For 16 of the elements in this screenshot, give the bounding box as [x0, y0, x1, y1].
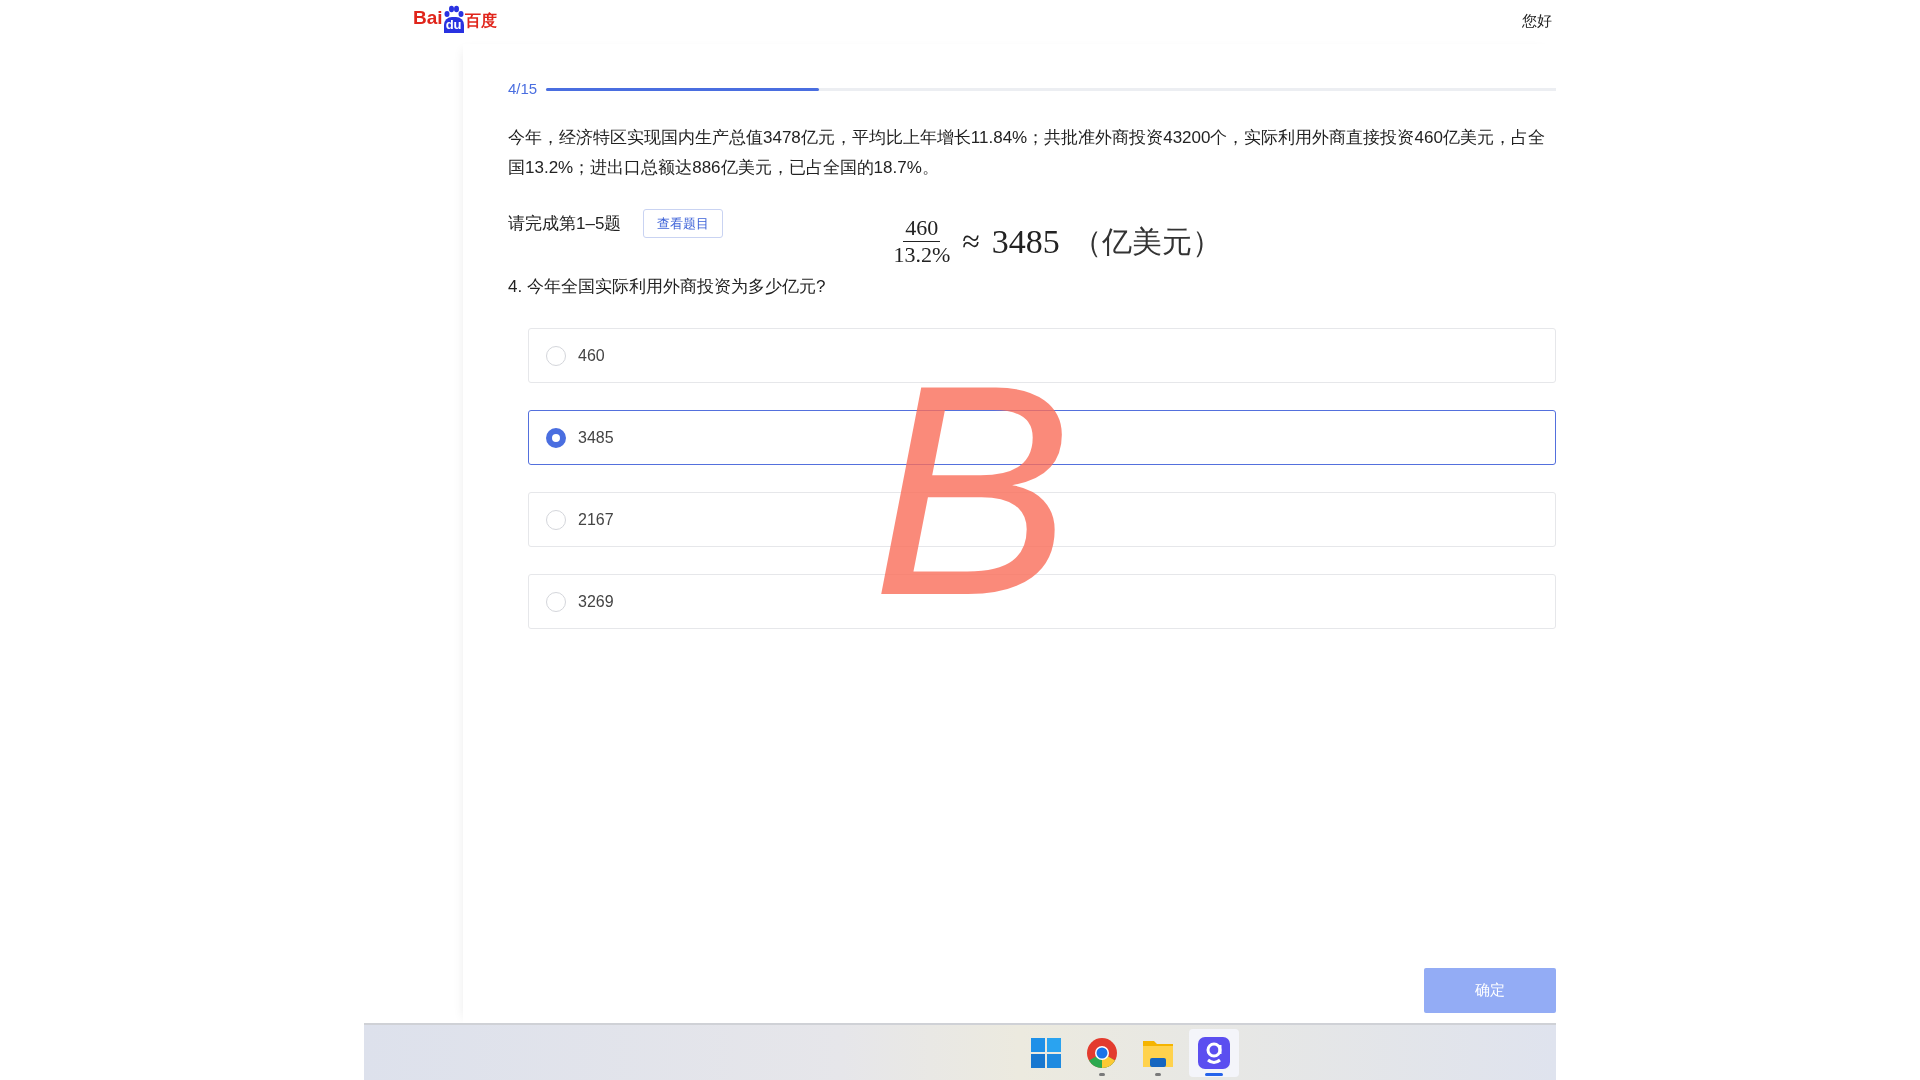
windows-icon	[1031, 1037, 1061, 1068]
instruction: 请完成第1–5题	[508, 212, 622, 235]
answer-option[interactable]: 460	[528, 328, 1556, 383]
running-indicator	[1099, 1072, 1105, 1076]
radio-button[interactable]	[546, 427, 566, 448]
greeting: 您好	[1522, 11, 1552, 31]
question: 4. 今年全国实际利用外商投资为多少亿元?	[508, 275, 827, 298]
running-indicator	[1205, 1072, 1223, 1076]
paw-icon	[442, 4, 465, 19]
passage: 今年，经济特区实现国内生产总值3478亿元，平均比上年增长11.84%；共批准外商投资43200个，实际利用外商直接投资460亿美元，占全国13.2%；进出口总额达886亿美元，已占全国的18.7%。	[508, 126, 1546, 179]
view-question-button[interactable]: 查看题目	[643, 208, 724, 238]
app-icon	[1198, 1036, 1230, 1069]
running-indicator	[1155, 1072, 1161, 1076]
progress-label: 4/15	[508, 79, 538, 99]
taskbar-button[interactable]	[1189, 1028, 1239, 1077]
browser-icon	[1086, 1036, 1118, 1069]
